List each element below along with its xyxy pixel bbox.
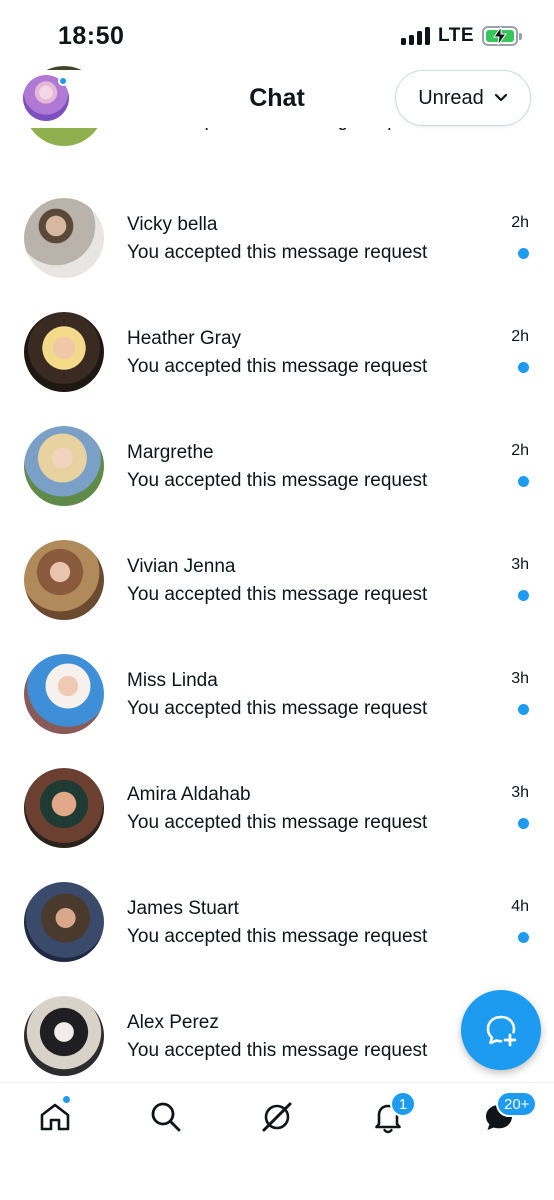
- conversation-name: Miss Linda: [127, 670, 218, 691]
- unread-dot: [518, 362, 529, 373]
- conversation-name: Amira Aldahab: [127, 784, 251, 805]
- avatar[interactable]: [24, 426, 104, 506]
- new-chat-button[interactable]: [461, 990, 541, 1070]
- conversation-name: James Stuart: [127, 898, 239, 919]
- conversation-preview: You accepted this message request: [127, 1040, 428, 1061]
- avatar[interactable]: [24, 540, 104, 620]
- unread-dot: [518, 248, 529, 259]
- avatar[interactable]: [24, 654, 104, 734]
- conversation-list[interactable]: You accepted this message request Vicky …: [0, 0, 554, 1082]
- conversation-time: 4h: [511, 898, 529, 915]
- conversation-time: 2h: [511, 328, 529, 345]
- unread-dot: [518, 932, 529, 943]
- bottom-navigation: 1 20+: [0, 1082, 554, 1200]
- conversation-preview: You accepted this message request: [127, 584, 428, 605]
- conversation-row[interactable]: Miss Linda You accepted this message req…: [0, 642, 554, 756]
- avatar[interactable]: [24, 882, 104, 962]
- nav-grok[interactable]: [257, 1097, 297, 1137]
- unread-dot: [518, 818, 529, 829]
- conversation-row[interactable]: James Stuart You accepted this message r…: [0, 870, 554, 984]
- conversation-name: Vicky bella: [127, 214, 218, 235]
- conversation-row[interactable]: Vivian Jenna You accepted this message r…: [0, 528, 554, 642]
- conversation-preview: You accepted this message request: [127, 812, 428, 833]
- avatar[interactable]: [24, 996, 104, 1076]
- unread-filter-button[interactable]: Unread: [395, 70, 531, 126]
- conversation-time: 2h: [511, 442, 529, 459]
- messages-badge: 20+: [496, 1091, 538, 1117]
- home-notification-dot: [62, 1095, 71, 1104]
- filter-label: Unread: [418, 86, 484, 109]
- conversation-preview: You accepted this message request: [127, 470, 428, 491]
- new-chat-icon: [486, 1015, 517, 1047]
- conversation-row[interactable]: Amira Aldahab You accepted this message …: [0, 756, 554, 870]
- nav-search[interactable]: [146, 1097, 186, 1137]
- home-icon: [40, 1103, 70, 1131]
- conversation-preview: You accepted this message request: [127, 926, 428, 947]
- conversation-time: 3h: [511, 670, 529, 687]
- unread-dot: [518, 590, 529, 601]
- conversation-row[interactable]: Margrethe You accepted this message requ…: [0, 414, 554, 528]
- conversation-preview: You accepted this message request: [127, 356, 428, 377]
- avatar[interactable]: [24, 198, 104, 278]
- conversation-time: 2h: [511, 214, 529, 231]
- conversation-preview: You accepted this message request: [127, 242, 428, 263]
- chat-header: Chat Unread: [0, 70, 554, 128]
- conversation-name: Heather Gray: [127, 328, 242, 349]
- unread-dot: [518, 476, 529, 487]
- unread-dot: [518, 704, 529, 715]
- avatar[interactable]: [24, 312, 104, 392]
- grok-icon: [262, 1102, 292, 1132]
- notifications-badge: 1: [390, 1091, 416, 1117]
- conversation-row[interactable]: Heather Gray You accepted this message r…: [0, 300, 554, 414]
- conversation-time: 3h: [511, 556, 529, 573]
- avatar[interactable]: [24, 768, 104, 848]
- conversation-name: Margrethe: [127, 442, 214, 463]
- conversation-row[interactable]: Vicky bella You accepted this message re…: [0, 186, 554, 300]
- conversation-name: Vivian Jenna: [127, 556, 236, 577]
- chevron-down-icon: [494, 93, 507, 102]
- conversation-time: 3h: [511, 784, 529, 801]
- conversation-name: Alex Perez: [127, 1012, 219, 1033]
- search-icon: [151, 1102, 181, 1132]
- conversation-preview: You accepted this message request: [127, 698, 428, 719]
